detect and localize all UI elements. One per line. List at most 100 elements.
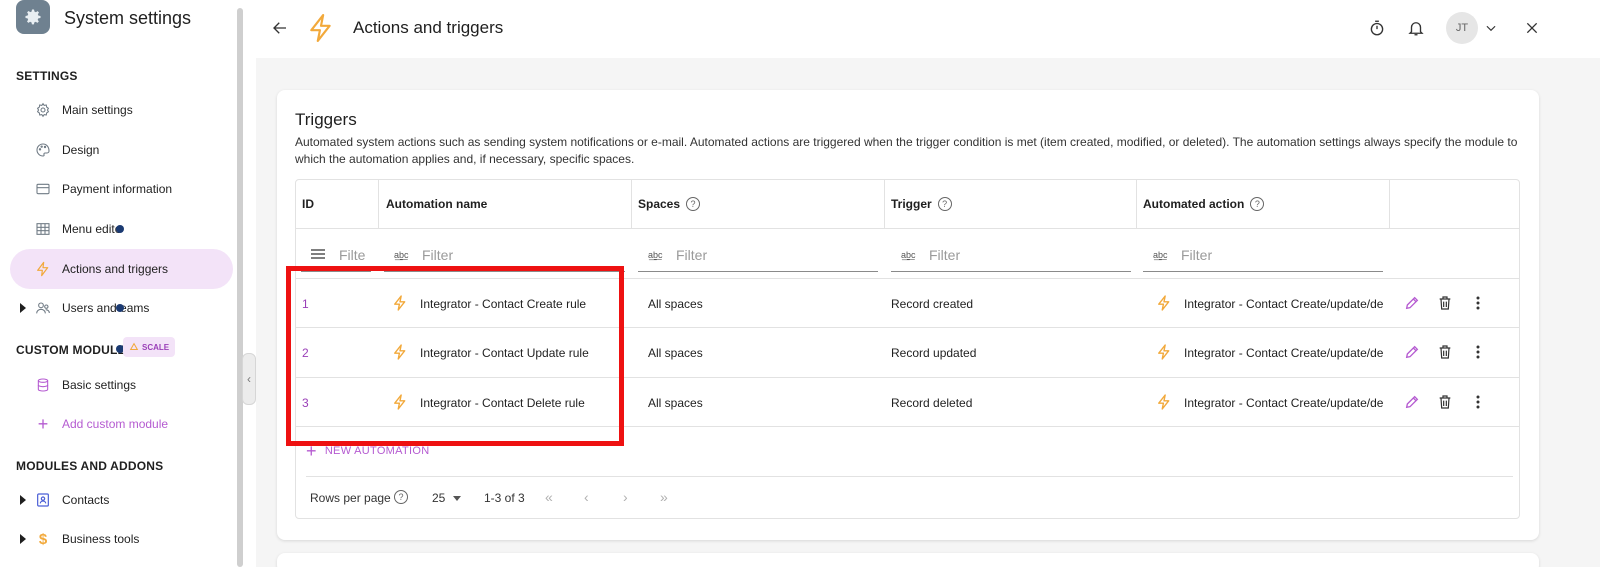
gear-icon xyxy=(34,101,52,119)
expand-caret-icon[interactable] xyxy=(20,495,26,505)
app-logo-gear-icon xyxy=(16,0,50,34)
chevron-left-icon: ‹ xyxy=(247,372,251,386)
spaces-value: All spaces xyxy=(648,346,703,360)
edit-button[interactable] xyxy=(1403,393,1421,411)
plus-icon: + xyxy=(37,413,49,434)
help-icon[interactable]: ? xyxy=(937,197,952,211)
expand-caret-icon[interactable] xyxy=(20,303,26,313)
user-menu-chevron[interactable] xyxy=(1480,17,1502,39)
highlight-annotation-box xyxy=(286,266,624,446)
sidebar-item-business-tools[interactable]: $ Business tools xyxy=(10,519,233,559)
next-card xyxy=(277,553,1539,567)
timer-button[interactable] xyxy=(1366,17,1388,39)
sidebar-item-main-settings[interactable]: Main settings xyxy=(10,90,233,130)
spaces-filter[interactable]: a͟b͟c Filter xyxy=(638,238,878,272)
pagination-range: 1-3 of 3 xyxy=(484,491,525,505)
palette-icon xyxy=(34,141,52,159)
sidebar-item-label: Business tools xyxy=(62,532,140,546)
sidebar-item-design[interactable]: Design xyxy=(10,130,233,170)
sidebar-item-label: Main settings xyxy=(62,103,133,117)
sidebar: System settings SETTINGS Main settings D… xyxy=(0,0,247,567)
column-header-automation-name[interactable]: Automation name xyxy=(386,197,487,211)
more-options-button[interactable] xyxy=(1469,294,1487,312)
help-icon[interactable]: ? xyxy=(394,490,408,504)
expand-caret-icon[interactable] xyxy=(20,534,26,544)
rows-per-page-value: 25 xyxy=(432,491,446,505)
edit-button[interactable] xyxy=(1403,343,1421,361)
rows-per-page-label: Rows per page xyxy=(310,491,391,505)
column-header-trigger[interactable]: Trigger? xyxy=(891,197,952,211)
column-divider[interactable] xyxy=(631,179,632,229)
plus-icon: + xyxy=(306,441,317,461)
chevron-down-icon xyxy=(1486,25,1496,32)
delete-button[interactable] xyxy=(1436,393,1454,411)
section-modules-heading: MODULES AND ADDONS xyxy=(16,459,164,473)
sidebar-item-payment-information[interactable]: Payment information xyxy=(10,169,233,209)
pencil-icon xyxy=(1405,395,1419,409)
spaces-value: All spaces xyxy=(648,396,703,410)
close-icon xyxy=(1526,22,1538,34)
column-header-id[interactable]: ID xyxy=(302,197,314,211)
trash-icon xyxy=(1439,345,1451,359)
sidebar-item-add-custom-module[interactable]: + Add custom module xyxy=(10,404,233,444)
help-icon[interactable]: ? xyxy=(1250,197,1265,211)
delete-button[interactable] xyxy=(1436,343,1454,361)
sidebar-item-label: Menu edito xyxy=(62,222,122,236)
sidebar-scrollbar[interactable] xyxy=(237,8,243,567)
column-header-label: Spaces xyxy=(638,197,681,211)
column-divider[interactable] xyxy=(1136,179,1137,229)
column-divider[interactable] xyxy=(1389,179,1390,229)
trigger-filter[interactable]: a͟b͟c Filter xyxy=(891,238,1131,272)
more-vertical-icon xyxy=(1476,395,1480,409)
filter-abc-icon: a͟b͟c xyxy=(901,249,916,260)
stopwatch-icon xyxy=(1370,20,1384,36)
column-header-automated-action[interactable]: Automated action? xyxy=(1143,197,1265,211)
trigger-value: Record updated xyxy=(891,346,977,360)
filter-placeholder: Filter xyxy=(422,246,454,263)
new-automation-label: NEW AUTOMATION xyxy=(324,445,430,457)
more-options-button[interactable] xyxy=(1469,343,1487,361)
pencil-icon xyxy=(1405,296,1419,310)
new-automation-button[interactable]: + NEW AUTOMATION xyxy=(306,441,430,461)
sidebar-item-contacts[interactable]: Contacts xyxy=(10,480,233,520)
sidebar-item-label: Users and eams xyxy=(62,301,150,315)
filter-lines-icon xyxy=(311,248,329,262)
automated-action-filter[interactable]: a͟b͟c Filter xyxy=(1143,238,1383,272)
previous-page-icon[interactable]: ‹ xyxy=(584,489,589,505)
next-page-icon[interactable]: › xyxy=(623,489,628,505)
sidebar-item-actions-and-triggers[interactable]: Actions and triggers xyxy=(10,249,233,289)
page-title: Actions and triggers xyxy=(353,18,504,37)
close-button[interactable] xyxy=(1521,17,1543,39)
delete-button[interactable] xyxy=(1436,294,1454,312)
column-header-spaces[interactable]: Spaces? xyxy=(638,197,701,211)
automated-action-value: Integrator - Contact Create/update/dele xyxy=(1184,297,1384,311)
first-page-icon[interactable]: « xyxy=(545,489,553,505)
trash-icon xyxy=(1439,296,1451,310)
last-page-icon[interactable]: » xyxy=(660,489,668,505)
cursor-dot xyxy=(116,304,124,312)
credit-card-icon xyxy=(34,180,52,198)
column-divider[interactable] xyxy=(884,179,885,229)
scale-badge: SCALE xyxy=(123,337,176,357)
dollar-icon: $ xyxy=(38,530,48,548)
scale-icon xyxy=(129,342,139,351)
user-avatar[interactable]: JT xyxy=(1446,12,1478,44)
column-divider[interactable] xyxy=(378,179,379,229)
back-button[interactable] xyxy=(268,16,292,40)
pencil-icon xyxy=(1405,345,1419,359)
filter-placeholder: Filter xyxy=(1181,246,1213,263)
sidebar-item-label: Add custom module xyxy=(62,417,169,431)
bell-icon xyxy=(1408,22,1424,36)
help-icon[interactable]: ? xyxy=(686,197,701,211)
rows-per-page-select[interactable]: 25 xyxy=(432,491,462,505)
sidebar-item-basic-settings[interactable]: Basic settings xyxy=(10,365,233,405)
filter-abc-icon: a͟b͟c xyxy=(394,249,409,260)
sidebar-collapse-handle[interactable]: ‹ xyxy=(242,353,256,405)
notifications-button[interactable] xyxy=(1405,17,1427,39)
contact-card-icon xyxy=(34,491,52,509)
more-options-button[interactable] xyxy=(1469,393,1487,411)
filter-placeholder: Filter xyxy=(676,246,708,263)
bolt-icon xyxy=(308,14,334,42)
edit-button[interactable] xyxy=(1403,294,1421,312)
app-title: System settings xyxy=(64,8,192,28)
